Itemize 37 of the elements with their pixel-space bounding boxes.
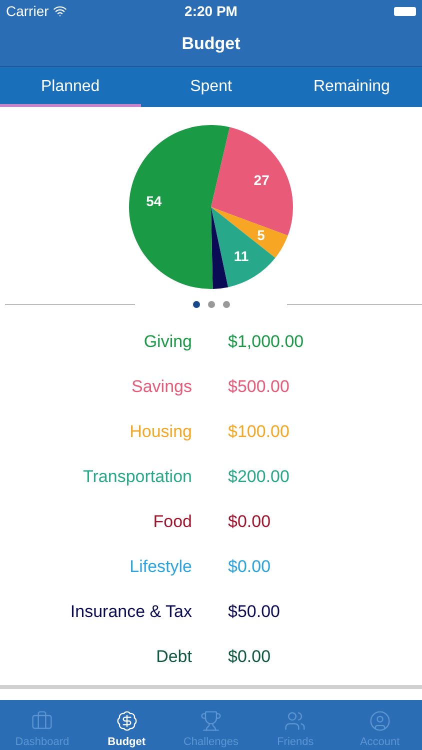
page-dot[interactable]	[222, 300, 230, 308]
segment-tab[interactable]: Planned	[0, 67, 141, 107]
slice-label: 11	[234, 248, 249, 264]
category-amount: $1,000.00	[228, 332, 305, 352]
category-name: Giving	[142, 332, 192, 352]
category-amount: $0.00	[228, 646, 272, 666]
segment-tab[interactable]: Remaining	[281, 67, 422, 107]
category-name: Food	[152, 512, 192, 532]
wifi-icon	[52, 4, 67, 18]
status-time: 2:20 PM	[184, 3, 238, 19]
category-amount: $0.00	[228, 512, 272, 532]
category-amount: $100.00	[228, 422, 290, 442]
dollar-badge-icon	[116, 710, 138, 732]
category-name: Insurance & Tax	[69, 602, 192, 622]
battery-icon	[394, 6, 416, 16]
category-name: Debt	[155, 646, 192, 666]
trophy-icon	[200, 710, 222, 732]
category-amount: $50.00	[228, 602, 281, 622]
category-name: Lifestyle	[128, 556, 192, 576]
segment-tab[interactable]: Spent	[140, 67, 282, 107]
slice-label: 54	[146, 193, 162, 210]
page-dot[interactable]	[192, 300, 200, 308]
category-name: Housing	[128, 422, 192, 442]
user-circle-icon	[368, 710, 391, 732]
category-name: Savings	[130, 376, 192, 396]
briefcase-icon	[31, 710, 54, 732]
carrier-label: Carrier	[6, 3, 49, 19]
category-amount: $500.00	[228, 376, 290, 396]
category-amount: $0.00	[228, 556, 272, 576]
slice-label: 27	[254, 172, 270, 188]
nav-title: Budget	[182, 34, 240, 54]
category-name: Transportation	[82, 466, 192, 486]
page-dot[interactable]	[208, 300, 214, 308]
people-icon	[284, 710, 306, 732]
slice-label: 5	[257, 227, 265, 244]
category-amount: $200.00	[228, 466, 290, 486]
tab-bar-item[interactable]: Budget	[84, 700, 169, 750]
